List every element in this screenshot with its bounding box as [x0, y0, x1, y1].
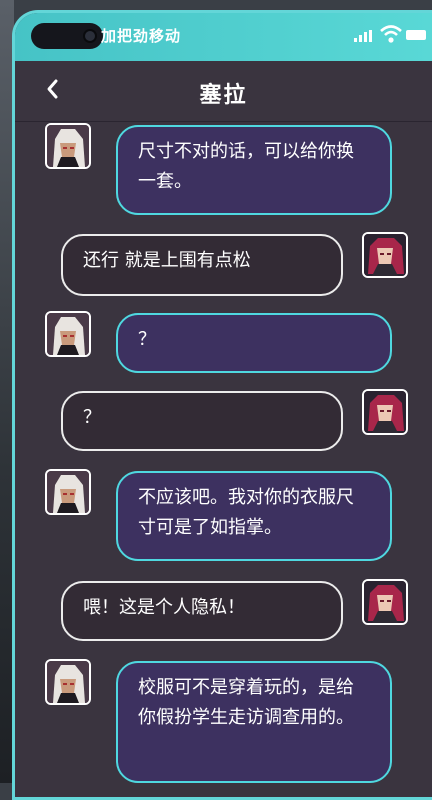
chat-header: 塞拉 — [15, 61, 432, 122]
player-avatar[interactable] — [362, 389, 408, 435]
message-text: 还行 就是上围有点松 — [83, 250, 251, 271]
battery-icon — [406, 30, 426, 40]
sierra-avatar[interactable] — [45, 469, 91, 515]
message-text: 尺寸不对的话，可以给你换一套。 — [138, 141, 354, 192]
chat-log[interactable]: 尺寸不对的话，可以给你换一套。 还行 就是上围有点松 ？ ？ 不应该吧。我对你的… — [15, 121, 432, 797]
message-text: ？ — [83, 407, 101, 428]
message-bubble[interactable]: ？ — [61, 391, 343, 451]
message-bubble[interactable]: 校服可不是穿着玩的，是给你假扮学生走访调查用的。 — [116, 661, 392, 783]
phone-frame: 加把劲移动 塞拉 尺寸不对的话，可以给你换一套。 还行 就是上围有点松 ？ ？ … — [12, 10, 432, 800]
sierra-avatar[interactable] — [45, 311, 91, 357]
camera-notch — [31, 23, 103, 49]
message-bubble[interactable]: ？ — [116, 313, 392, 373]
message-bubble[interactable]: 不应该吧。我对你的衣服尺寸可是了如指掌。 — [116, 471, 392, 561]
message-text: 喂！这是个人隐私！ — [83, 597, 245, 618]
chat-title: 塞拉 — [199, 83, 248, 108]
message-text: ？ — [138, 329, 156, 350]
sierra-avatar[interactable] — [45, 123, 91, 169]
message-bubble[interactable]: 还行 就是上围有点松 — [61, 234, 343, 296]
message-text: 校服可不是穿着玩的，是给你假扮学生走访调查用的。 — [138, 677, 354, 728]
status-bar: 加把劲移动 — [15, 13, 432, 61]
wifi-icon — [380, 25, 402, 43]
camera-lens-icon — [83, 29, 97, 43]
message-text: 不应该吧。我对你的衣服尺寸可是了如指掌。 — [138, 487, 354, 538]
player-avatar[interactable] — [362, 579, 408, 625]
message-bubble[interactable]: 喂！这是个人隐私！ — [61, 581, 343, 641]
signal-icon — [354, 30, 372, 42]
message-bubble[interactable]: 尺寸不对的话，可以给你换一套。 — [116, 125, 392, 215]
carrier-name: 加把劲移动 — [101, 27, 182, 45]
player-avatar[interactable] — [362, 232, 408, 278]
sierra-avatar[interactable] — [45, 659, 91, 705]
